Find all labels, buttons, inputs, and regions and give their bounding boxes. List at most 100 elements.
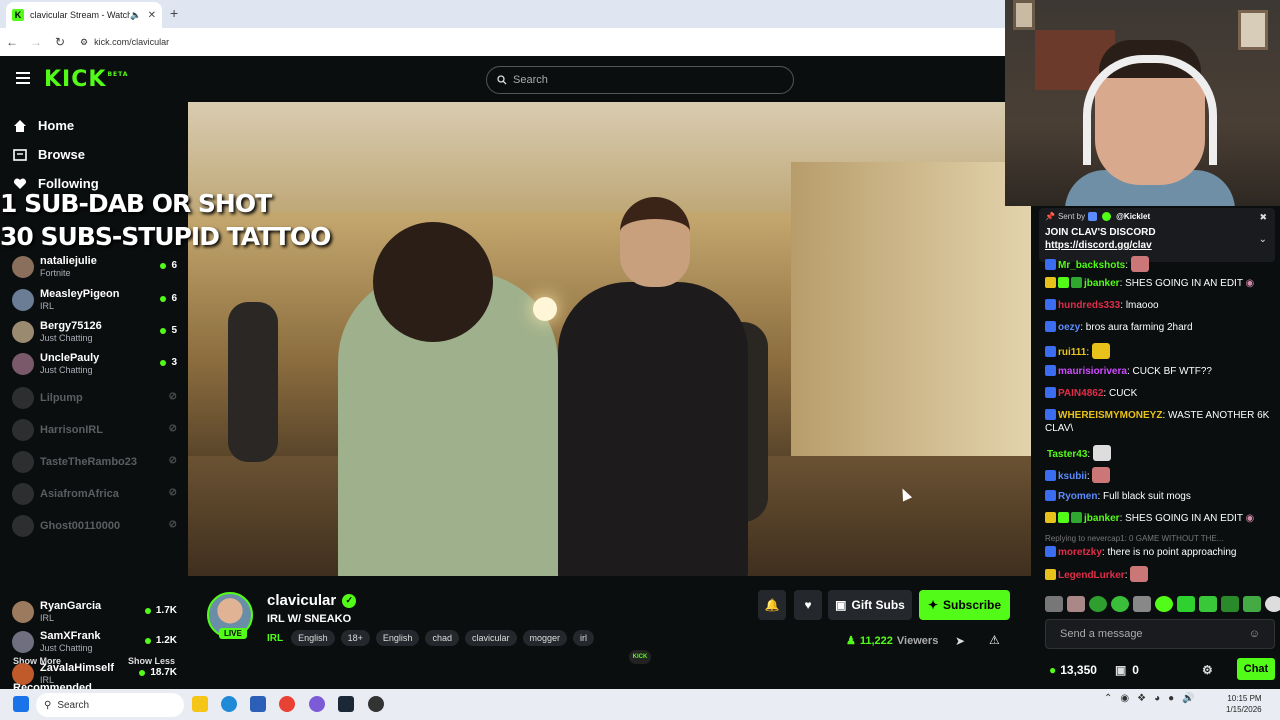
- emote-bar: [1045, 596, 1280, 612]
- sidebar-channel[interactable]: Bergy75126 Just Chatting 5: [12, 318, 177, 346]
- speaker-icon[interactable]: 🔈: [130, 10, 141, 21]
- sidebar-channel[interactable]: Lilpump ⊘: [12, 384, 177, 412]
- chat-username[interactable]: Ryomen: [1058, 491, 1097, 502]
- sidebar-item-home[interactable]: Home: [13, 118, 74, 133]
- close-tab-icon[interactable]: ✕: [148, 10, 156, 21]
- search-input[interactable]: Search: [486, 66, 794, 94]
- menu-icon[interactable]: [16, 72, 30, 84]
- chat-username[interactable]: maurisiorivera: [1058, 366, 1127, 377]
- recommended-channel[interactable]: SamXFrank Just Chatting 1.2K: [12, 628, 177, 656]
- emote-icon[interactable]: [1177, 596, 1195, 612]
- chat-username[interactable]: jbanker: [1084, 513, 1120, 524]
- chat-username[interactable]: LegendLurker: [1058, 570, 1125, 581]
- chat-username[interactable]: Taster43: [1047, 449, 1087, 460]
- emote-icon[interactable]: [1067, 596, 1085, 612]
- tag-chip[interactable]: mogger: [522, 630, 568, 646]
- share-icon[interactable]: ➤: [955, 634, 965, 648]
- reload-icon[interactable]: ↻: [48, 35, 72, 49]
- volume-icon[interactable]: 🔊: [1182, 693, 1194, 704]
- recommended-channel[interactable]: ZavalaHimself IRL 18.7K: [12, 660, 177, 688]
- gift-icon[interactable]: ▣: [1115, 663, 1126, 677]
- emote-icon[interactable]: [1265, 596, 1280, 612]
- browser-tab[interactable]: K clavicular Stream - Watch Li 🔈 ✕: [6, 2, 162, 28]
- sidebar-channel[interactable]: MeasleyPigeon IRL 6: [12, 286, 177, 314]
- chat-username[interactable]: moretzky: [1058, 547, 1102, 558]
- tag-chip[interactable]: English: [291, 630, 335, 646]
- chat-username[interactable]: hundreds333: [1058, 300, 1120, 311]
- chat-username[interactable]: rui111: [1058, 347, 1086, 358]
- sidebar-channel[interactable]: UnclePauly Just Chatting 3: [12, 350, 177, 378]
- sidebar-item-label: Home: [38, 118, 75, 133]
- chat-send-button[interactable]: Chat: [1237, 658, 1275, 680]
- chat-username[interactable]: WHEREISMYMONEYZ: [1058, 410, 1162, 421]
- emote-icon[interactable]: [1045, 596, 1063, 612]
- tag-chip[interactable]: clavicular: [464, 630, 517, 646]
- gift-subs-button[interactable]: ▣ Gift Subs: [828, 590, 912, 620]
- chat-username[interactable]: oezy: [1058, 322, 1080, 333]
- kick-logo[interactable]: KICKBETA: [44, 67, 128, 92]
- chrome-icon[interactable]: [279, 696, 295, 712]
- url-field[interactable]: ⚙ kick.com/clavicular: [80, 37, 169, 48]
- emote-icon[interactable]: [1089, 596, 1107, 612]
- emote-icon[interactable]: [1155, 596, 1173, 612]
- settings-gear-icon[interactable]: ⚙: [1202, 663, 1213, 677]
- emoji-icon[interactable]: ☺: [1249, 628, 1260, 640]
- pinned-link[interactable]: https://discord.gg/clav: [1045, 240, 1269, 251]
- store-icon[interactable]: [250, 696, 266, 712]
- chevron-down-icon[interactable]: ⌄: [1259, 234, 1267, 245]
- site-info-icon[interactable]: ⚙: [80, 37, 88, 48]
- webcam-scene: [1238, 10, 1268, 50]
- tag-chip[interactable]: English: [375, 630, 420, 646]
- app-icon[interactable]: [368, 696, 384, 712]
- emote-icon[interactable]: [1221, 596, 1239, 612]
- wifi-icon[interactable]: ◕: [1154, 693, 1160, 704]
- tag-chip[interactable]: irl: [573, 630, 595, 646]
- back-icon[interactable]: ←: [0, 35, 24, 49]
- sidebar-channel[interactable]: HarrisonIRL ⊘: [12, 416, 177, 444]
- report-warning-icon[interactable]: ⚠: [989, 633, 1000, 647]
- edge-icon[interactable]: [221, 696, 237, 712]
- mic-icon[interactable]: ●: [1168, 693, 1174, 704]
- windows-start-icon[interactable]: [13, 696, 29, 712]
- system-clock[interactable]: 10:15 PM 1/15/2026: [1226, 693, 1262, 715]
- sidebar-channel[interactable]: TasteTheRambo23 ⊘: [12, 448, 177, 476]
- taskbar-search[interactable]: ⚲ Search: [36, 693, 184, 717]
- follow-heart-button[interactable]: ♥: [794, 590, 822, 620]
- tag-chip[interactable]: chad: [425, 630, 459, 646]
- chevron-up-icon[interactable]: ⌃: [1104, 693, 1112, 704]
- emote-icon[interactable]: [1243, 596, 1261, 612]
- sidebar-item-browse[interactable]: Browse: [13, 147, 85, 162]
- emote-icon[interactable]: [1199, 596, 1217, 612]
- sidebar-channel[interactable]: AsiafromAfrica ⊘: [12, 480, 177, 508]
- emote-icon[interactable]: [1111, 596, 1129, 612]
- chat-username[interactable]: jbanker: [1084, 278, 1120, 289]
- recommended-channel[interactable]: RyanGarcia IRL 1.7K: [12, 598, 177, 626]
- sidebar-channel[interactable]: nataliejulie Fortnite 6: [12, 253, 177, 281]
- discord-icon[interactable]: [309, 696, 325, 712]
- viewer-count: 6: [160, 293, 177, 304]
- chat-username[interactable]: ksubii: [1058, 471, 1087, 482]
- category-link[interactable]: IRL: [267, 633, 283, 644]
- steam-icon[interactable]: [338, 696, 354, 712]
- live-dot-icon: [139, 669, 146, 676]
- chat-input[interactable]: Send a message ☺: [1045, 619, 1275, 649]
- streamer-name[interactable]: clavicular ✓: [267, 592, 357, 609]
- points-count[interactable]: 13,350: [1060, 663, 1097, 677]
- file-explorer-icon[interactable]: [192, 696, 208, 712]
- notification-bell-button[interactable]: 🔔: [758, 590, 786, 620]
- network-icon[interactable]: ◉: [1120, 693, 1129, 704]
- unpin-icon[interactable]: ✖: [1259, 212, 1267, 223]
- subscribe-button[interactable]: ✦ Subscribe: [919, 590, 1010, 620]
- chat-username[interactable]: PAIN4862: [1058, 388, 1103, 399]
- forward-icon[interactable]: →: [24, 35, 48, 49]
- sidebar-channel[interactable]: Ghost00110000 ⊘: [12, 512, 177, 540]
- tag-chip[interactable]: 18+: [340, 630, 370, 646]
- star-icon: ✦: [927, 598, 939, 612]
- gift-count: 0: [1132, 663, 1139, 677]
- video-player[interactable]: [188, 102, 1031, 576]
- pinned-message[interactable]: 📌 Sent by @Kicklet JOIN CLAV'S DISCORD h…: [1039, 208, 1275, 262]
- chat-username[interactable]: Mr_backshots: [1058, 260, 1125, 271]
- emote-icon[interactable]: [1133, 596, 1151, 612]
- new-tab-button[interactable]: +: [170, 5, 178, 21]
- bluetooth-icon[interactable]: ❖: [1137, 693, 1146, 704]
